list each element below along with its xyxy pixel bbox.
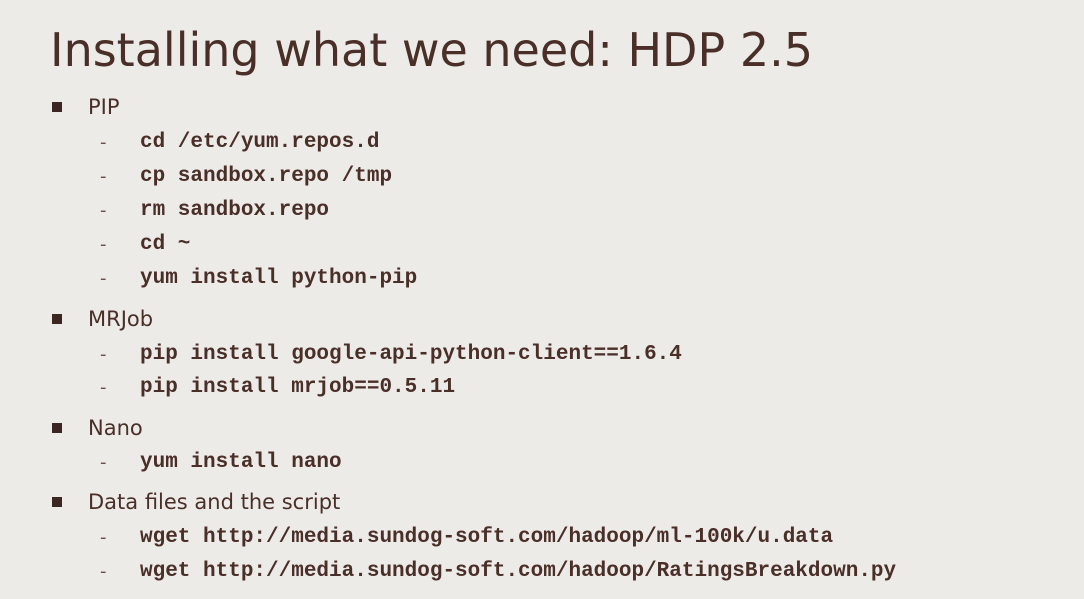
command-text: wget http://media.sundog-soft.com/hadoop… xyxy=(140,559,897,583)
command-item: - pip install mrjob==0.5.11 xyxy=(100,372,455,402)
square-bullet-icon xyxy=(52,314,62,324)
command-item: - cd /etc/yum.repos.d xyxy=(100,127,379,157)
square-bullet-icon xyxy=(52,423,62,433)
command-text: yum install nano xyxy=(140,450,342,474)
command-item: - wget http://media.sundog-soft.com/hado… xyxy=(100,556,896,586)
section-label: PIP xyxy=(88,95,120,119)
command-item: - wget http://media.sundog-soft.com/hado… xyxy=(100,522,833,552)
square-bullet-icon xyxy=(52,102,62,112)
command-text: yum install python-pip xyxy=(140,266,418,290)
command-text: wget http://media.sundog-soft.com/hadoop… xyxy=(140,525,834,549)
dash-marker: - xyxy=(100,526,107,548)
section-label: MRJob xyxy=(88,307,154,331)
command-item: - rm sandbox.repo xyxy=(100,195,329,225)
slide-title: Installing what we need: HDP 2.5 xyxy=(50,23,813,77)
command-item: - cp sandbox.repo /tmp xyxy=(100,161,392,191)
dash-marker: - xyxy=(100,165,107,187)
dash-marker: - xyxy=(100,343,107,365)
command-text: cd /etc/yum.repos.d xyxy=(140,130,380,154)
square-bullet-icon xyxy=(52,497,62,507)
dash-marker: - xyxy=(100,451,107,473)
command-item: - pip install google-api-python-client==… xyxy=(100,339,682,369)
command-text: rm sandbox.repo xyxy=(140,198,330,222)
section-heading: Data files and the script xyxy=(52,487,340,517)
dash-marker: - xyxy=(100,376,107,398)
command-text: pip install google-api-python-client==1.… xyxy=(140,342,682,366)
command-item: - yum install python-pip xyxy=(100,263,417,293)
command-text: cp sandbox.repo /tmp xyxy=(140,164,393,188)
section-heading: Nano xyxy=(52,413,143,443)
command-text: pip install mrjob==0.5.11 xyxy=(140,375,456,399)
command-item: - cd ~ xyxy=(100,229,190,259)
command-item: - yum install nano xyxy=(100,447,342,477)
dash-marker: - xyxy=(100,560,107,582)
dash-marker: - xyxy=(100,199,107,221)
section-label: Data files and the script xyxy=(88,490,341,514)
dash-marker: - xyxy=(100,233,107,255)
dash-marker: - xyxy=(100,267,107,289)
section-label: Nano xyxy=(88,416,143,440)
dash-marker: - xyxy=(100,131,107,153)
section-heading: MRJob xyxy=(52,304,153,334)
command-text: cd ~ xyxy=(140,232,191,256)
section-heading: PIP xyxy=(52,92,120,122)
